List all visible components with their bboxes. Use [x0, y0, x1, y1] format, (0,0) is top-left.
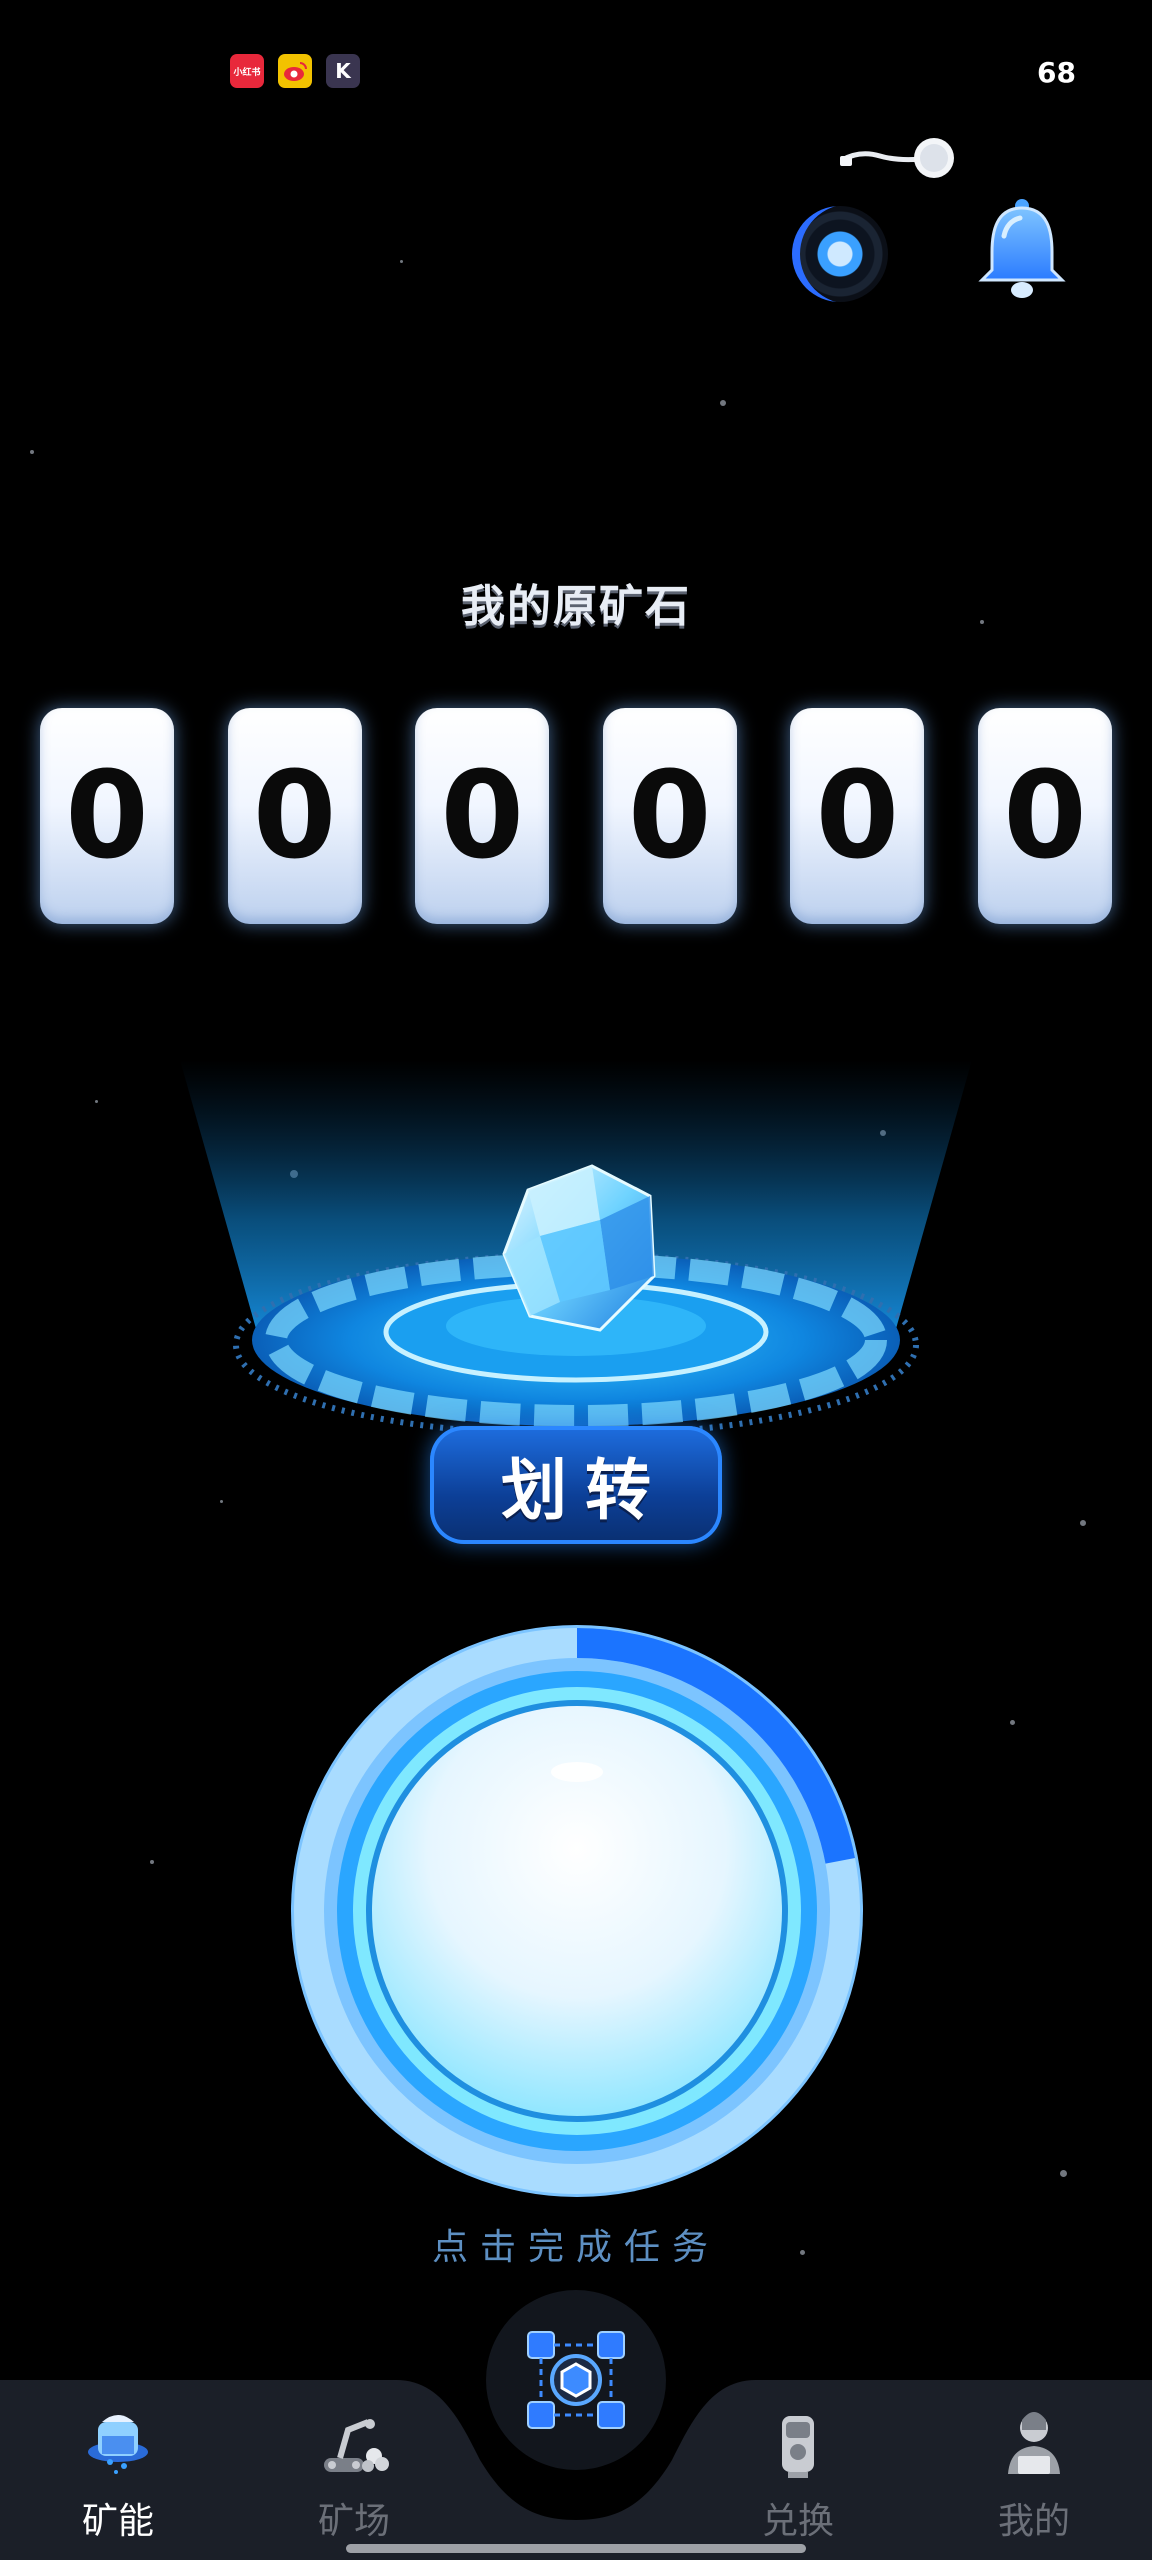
nav-label-exchange: 兑换 [761, 2501, 834, 2542]
balance-digit: 0 [415, 708, 550, 924]
battery-level: 68 [1037, 56, 1076, 89]
transfer-button[interactable]: 划转 [430, 1426, 722, 1544]
profile-icon [1008, 2412, 1060, 2474]
nav-item-profile[interactable]: 我的 [944, 2380, 1124, 2560]
task-hint-label: 点击完成任务 [431, 2227, 720, 2268]
music-cable-decoration [840, 138, 954, 178]
exchange-icon [782, 2416, 814, 2478]
mine-field-icon [324, 2419, 389, 2472]
k-app-icon: K [326, 54, 360, 88]
nav-label-profile: 我的 [997, 2501, 1070, 2542]
nav-item-mining-energy[interactable]: 矿能 [28, 2380, 208, 2560]
xiaohongshu-icon: 小红书 [230, 54, 264, 88]
center-action-button[interactable] [486, 2290, 666, 2470]
balance-digit-display: 0 0 0 0 0 0 [40, 708, 1112, 924]
balance-title: 我的原矿石 [461, 581, 691, 632]
weibo-icon [278, 54, 312, 88]
task-orb-button[interactable] [288, 1622, 866, 2200]
balance-digit: 0 [790, 708, 925, 924]
bell-icon[interactable] [972, 196, 1072, 306]
vinyl-disc-icon[interactable] [792, 206, 888, 302]
home-indicator [346, 2544, 806, 2553]
balance-digit: 0 [40, 708, 174, 924]
nav-item-exchange[interactable]: 兑换 [708, 2380, 888, 2560]
status-bar-app-icons: 小红书 K [230, 54, 360, 88]
nav-item-mine-field[interactable]: 矿场 [264, 2380, 444, 2560]
nav-label-mining-energy: 矿能 [81, 2501, 154, 2542]
balance-digit: 0 [602, 708, 737, 924]
mining-energy-icon [88, 2415, 148, 2474]
balance-digit: 0 [227, 708, 362, 924]
nav-label-mine-field: 矿场 [317, 2501, 390, 2542]
balance-digit: 0 [977, 708, 1112, 924]
blockchain-cube-icon [527, 2331, 625, 2429]
